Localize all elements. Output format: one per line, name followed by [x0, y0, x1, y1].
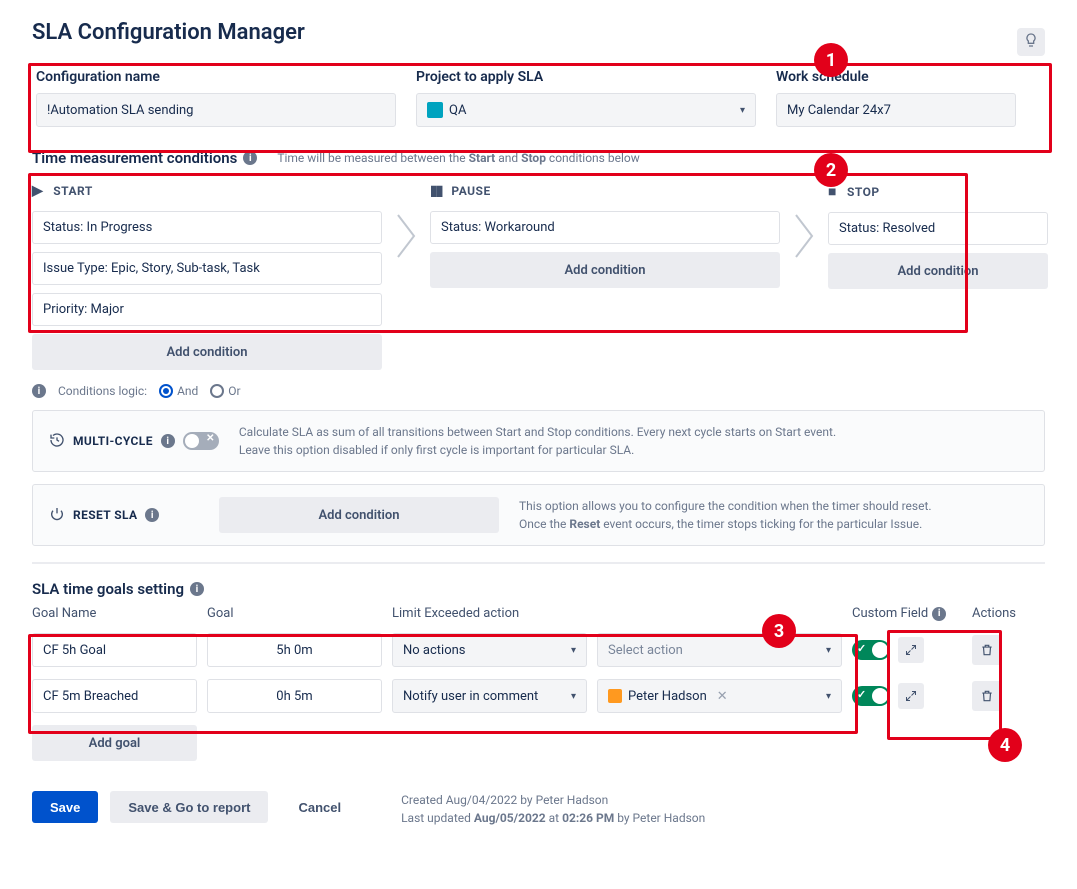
add-goal-button[interactable]: Add goal — [32, 725, 197, 761]
hint-lightbulb-button[interactable] — [1017, 28, 1045, 56]
chevron-down-icon: ▾ — [826, 691, 831, 702]
power-icon — [49, 506, 65, 525]
start-add-condition-button[interactable]: Add condition — [32, 334, 382, 370]
reset-add-condition-button[interactable]: Add condition — [219, 497, 499, 533]
project-label: Project to apply SLA — [416, 69, 756, 85]
info-icon: i — [145, 508, 159, 522]
cancel-button[interactable]: Cancel — [280, 791, 359, 823]
limit-action-select[interactable]: Notify user in comment▾ — [392, 679, 587, 713]
schedule-label: Work schedule — [776, 69, 1016, 85]
pause-condition[interactable]: Status: Workaround — [430, 211, 780, 244]
avatar — [608, 689, 622, 703]
project-select[interactable]: QA ▾ — [416, 93, 756, 127]
start-condition[interactable]: Issue Type: Epic, Story, Sub-task, Task — [32, 252, 382, 285]
reset-desc: This option allows you to configure the … — [519, 497, 932, 533]
chevron-down-icon: ▾ — [740, 105, 745, 116]
custom-field-toggle[interactable]: ✓ — [852, 640, 890, 660]
stop-column-header: ■ STOP — [828, 173, 1048, 204]
config-name-input[interactable]: !Automation SLA sending — [36, 93, 396, 127]
callout-3: 3 — [762, 614, 796, 648]
remove-user-icon[interactable]: ✕ — [717, 689, 728, 704]
play-icon: ▶ — [32, 183, 43, 199]
col-goal-name: Goal Name — [32, 606, 197, 621]
start-column-header: ▶ START — [32, 173, 382, 203]
stop-add-condition-button[interactable]: Add condition — [828, 253, 1048, 289]
conditions-logic-label: Conditions logic: — [58, 384, 147, 398]
callout-1: 1 — [814, 43, 848, 77]
save-button[interactable]: Save — [32, 791, 98, 823]
expand-button[interactable] — [898, 683, 924, 709]
logic-or-radio[interactable]: Or — [210, 384, 240, 398]
chevron-down-icon: ▾ — [571, 645, 576, 656]
footer-meta: Created Aug/04/2022 by Peter Hadson Last… — [401, 791, 705, 827]
pause-column-header: ▮▮ PAUSE — [430, 173, 780, 203]
goal-value-input[interactable]: 5h 0m — [207, 633, 382, 667]
callout-2: 2 — [814, 153, 848, 187]
col-goal: Goal — [207, 606, 382, 621]
goal-value-input[interactable]: 0h 5m — [207, 679, 382, 713]
delete-goal-button[interactable] — [972, 681, 1002, 711]
conditions-hint: Time will be measured between the Start … — [277, 151, 639, 165]
goals-heading: SLA time goals setting i — [32, 580, 1045, 598]
schedule-select[interactable]: My Calendar 24x7 — [776, 93, 1016, 127]
delete-goal-button[interactable] — [972, 635, 1002, 665]
multi-cycle-desc: Calculate SLA as sum of all transitions … — [239, 423, 836, 459]
info-icon: i — [932, 607, 946, 621]
expand-button[interactable] — [898, 637, 924, 663]
start-condition[interactable]: Priority: Major — [32, 293, 382, 326]
action-target-select[interactable]: Peter Hadson ✕ ▾ — [597, 679, 842, 713]
pause-add-condition-button[interactable]: Add condition — [430, 252, 780, 288]
arrow-right-icon — [780, 173, 828, 259]
config-name-label: Configuration name — [36, 69, 396, 85]
conditions-heading: Time measurement conditions i — [32, 149, 257, 167]
chevron-down-icon: ▾ — [571, 691, 576, 702]
info-icon: i — [161, 434, 175, 448]
action-target-select[interactable]: Select action ▾ — [597, 633, 842, 667]
info-icon: i — [32, 384, 46, 398]
info-icon: i — [243, 151, 257, 165]
start-condition[interactable]: Status: In Progress — [32, 211, 382, 244]
reset-sla-panel: RESET SLA i Add condition This option al… — [32, 484, 1045, 546]
lightbulb-icon — [1023, 32, 1039, 52]
save-and-go-button[interactable]: Save & Go to report — [110, 791, 268, 823]
project-icon — [427, 102, 443, 118]
stop-condition[interactable]: Status: Resolved — [828, 212, 1048, 245]
chevron-down-icon: ▾ — [826, 645, 831, 656]
multi-cycle-toggle[interactable]: ✕ — [183, 432, 219, 450]
arrow-right-icon — [382, 173, 430, 259]
history-icon — [49, 432, 65, 451]
goal-name-input[interactable]: CF 5m Breached — [32, 679, 197, 713]
multi-cycle-panel: MULTI-CYCLE i ✕ Calculate SLA as sum of … — [32, 410, 1045, 472]
col-actions: Actions — [972, 606, 1032, 621]
custom-field-toggle[interactable]: ✓ — [852, 686, 890, 706]
col-custom-field: Custom Field i — [852, 606, 962, 621]
logic-and-radio[interactable]: And — [159, 384, 198, 398]
goal-name-input[interactable]: CF 5h Goal — [32, 633, 197, 667]
limit-action-select[interactable]: No actions▾ — [392, 633, 587, 667]
callout-4: 4 — [988, 728, 1022, 762]
pause-icon: ▮▮ — [430, 183, 441, 199]
info-icon: i — [190, 582, 204, 596]
page-title: SLA Configuration Manager — [32, 20, 305, 45]
